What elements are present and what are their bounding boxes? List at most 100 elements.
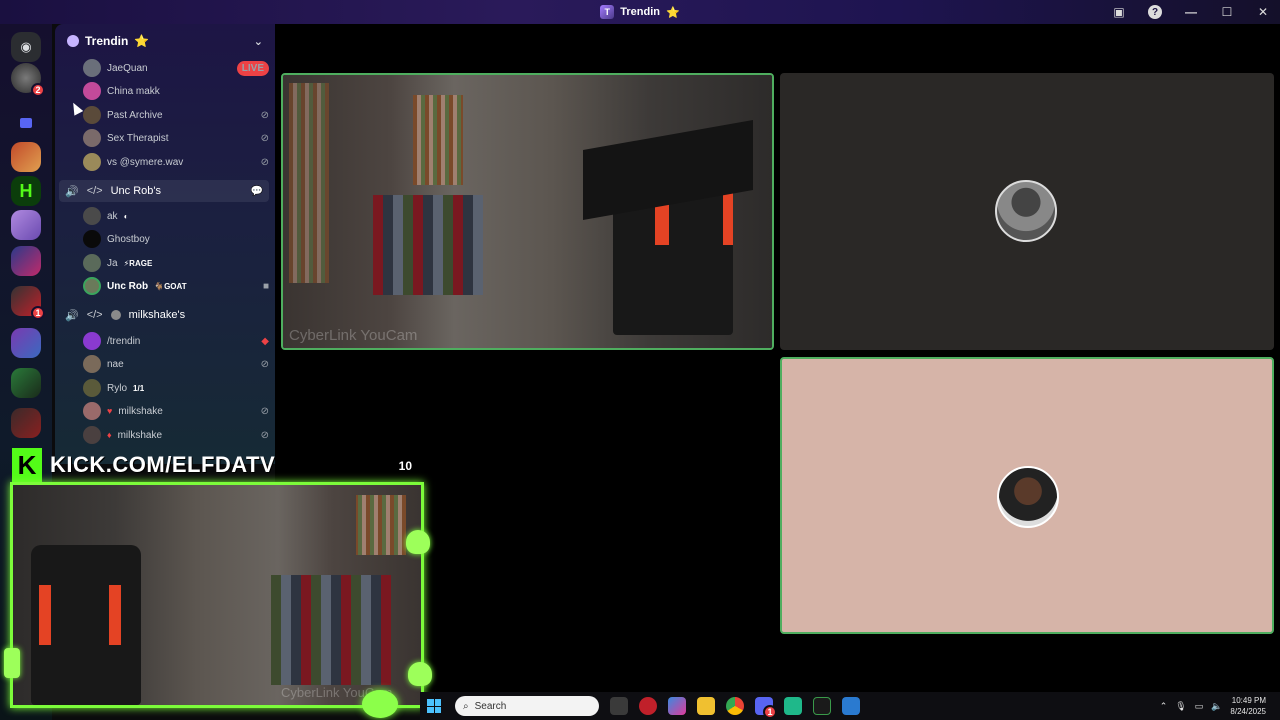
server-icon-trendin[interactable] [11, 210, 41, 240]
voice-channel-milkshakes[interactable]: 🔊 </> milkshake's [59, 304, 269, 326]
app-icon-2[interactable] [784, 697, 802, 715]
minimize-button[interactable]: — [1182, 3, 1200, 21]
mic-muted-icon: ⊘ [260, 156, 269, 168]
avatar [83, 207, 101, 225]
channel-name: Unc Rob's [110, 185, 162, 197]
avatar [83, 129, 101, 147]
clock-time: 10:49 PM [1231, 696, 1266, 705]
member-name: Past Archive [107, 109, 163, 121]
chevron-down-icon[interactable]: ⌄ [254, 35, 263, 48]
member-row[interactable]: Sex Therapist ⊘ [83, 127, 269, 149]
taskbar-search[interactable]: ⌕ Search [455, 696, 599, 716]
voice-channel-unc-robs[interactable]: 🔊 </> Unc Rob's 💬 [59, 180, 269, 202]
help-icon[interactable]: ? [1146, 3, 1164, 21]
member-tag: 1/1 [133, 383, 145, 393]
server-icon-3[interactable] [11, 246, 41, 276]
avatar [83, 402, 101, 420]
pumpkin-icon [362, 690, 398, 718]
overlay-feed [13, 485, 421, 705]
avatar [83, 59, 101, 77]
avatar [83, 277, 101, 295]
mic-muted-icon: ⊘ [260, 358, 269, 370]
member-name: /trendin [107, 335, 141, 347]
mic-icon[interactable]: 🎙 [1175, 701, 1186, 712]
server-icon-1[interactable] [11, 142, 41, 172]
member-row[interactable]: Ja ⚡RAGE [83, 252, 269, 274]
task-view-icon[interactable] [610, 697, 628, 715]
video-tile-camera[interactable]: CyberLink YouCam [281, 73, 774, 350]
member-name: Unc Rob [107, 280, 149, 292]
member-row[interactable]: ak ◐ [83, 205, 269, 227]
member-name: milkshake [117, 429, 163, 441]
server-emoji: ⭐ [134, 34, 150, 48]
avatar [83, 153, 101, 171]
server-icon-4[interactable]: 1 [11, 286, 45, 320]
member-tag: ⚡RAGE [123, 258, 153, 268]
server-icon-2[interactable]: H [11, 176, 41, 206]
avatar [83, 106, 101, 124]
star-emoji: ⭐ [666, 6, 680, 19]
overlay-webcam: CyberLink YouCam [10, 482, 424, 708]
chrome-icon[interactable] [726, 697, 744, 715]
chat-icon[interactable]: 💬 [251, 186, 263, 197]
server-header[interactable]: Trendin ⭐ ⌄ [55, 24, 275, 58]
app-icon-4[interactable] [842, 697, 860, 715]
member-row[interactable]: Past Archive ⊘ [83, 104, 269, 126]
maximize-button[interactable]: ☐ [1218, 3, 1236, 21]
discord-taskbar-icon[interactable]: 1 [755, 697, 777, 719]
copilot-icon[interactable] [668, 697, 686, 715]
network-icon[interactable]: ▭ [1195, 701, 1204, 712]
heart-icon: ♦ [107, 430, 112, 440]
member-name: China makk [107, 85, 160, 97]
chevron-up-icon[interactable]: ⌃ [1160, 701, 1168, 712]
title-bar: T Trendin ⭐ ▣ ? — ☐ ✕ [0, 0, 1280, 24]
inbox-icon[interactable]: ▣ [1110, 3, 1128, 21]
clock[interactable]: 10:49 PM 8/24/2025 [1230, 695, 1266, 717]
system-tray: ⌃ 🎙 ▭ 🔈 10:49 PM 8/24/2025 [1160, 695, 1280, 717]
file-explorer-icon[interactable] [697, 697, 715, 715]
server-icon-6[interactable] [11, 368, 41, 398]
cam-watermark: CyberLink YouCam [289, 327, 418, 344]
member-row[interactable]: Ghostboy [83, 228, 269, 250]
member-row[interactable]: nae ⊘ [83, 353, 269, 375]
member-row[interactable]: vs @symere.wav ⊘ [83, 151, 269, 173]
mic-muted-icon: ⊘ [260, 132, 269, 144]
video-tile-user-1[interactable] [780, 73, 1274, 350]
member-name: milkshake [118, 405, 163, 417]
server-name: Trendin [85, 34, 129, 48]
member-name: Sex Therapist [107, 132, 169, 144]
member-row[interactable]: Rylo 1/1 [83, 377, 269, 399]
member-row[interactable]: ♥ milkshake ⊘ [83, 400, 269, 422]
video-tile-user-2[interactable] [780, 357, 1274, 634]
member-row[interactable]: JaeQuan LIVE [83, 57, 269, 79]
avatar [83, 379, 101, 397]
member-row[interactable]: China makk [83, 80, 269, 102]
app-icon-1[interactable] [639, 697, 657, 715]
server-icon-7[interactable] [11, 408, 41, 438]
volume-icon[interactable]: 🔈 [1211, 701, 1222, 712]
dm-avatar[interactable]: 2 [11, 63, 45, 97]
server-icon-5[interactable] [11, 328, 41, 358]
code-icon: </> [86, 185, 103, 197]
member-tag: 🐐GOAT [154, 281, 187, 291]
member-row[interactable]: /trendin ◆ [83, 330, 269, 352]
member-row[interactable]: Unc Rob 🐐GOAT ■ [83, 275, 269, 297]
member-row[interactable]: ♦ milkshake ⊘ [83, 424, 269, 446]
folder-icon[interactable] [11, 108, 41, 138]
search-icon: ⌕ [463, 700, 469, 712]
avatar [83, 254, 101, 272]
close-button[interactable]: ✕ [1254, 3, 1272, 21]
windows-start-icon[interactable] [427, 699, 441, 713]
member-name: JaeQuan [107, 62, 148, 74]
overlay-count: 10 [398, 459, 412, 473]
mic-muted-icon: ⊘ [260, 405, 269, 417]
app-icon-3[interactable] [813, 697, 831, 715]
kick-banner: K KICK.COM/ELFDATV 10 [12, 447, 432, 483]
code-icon: </> [86, 309, 103, 321]
discord-home-icon[interactable]: ◉ [11, 32, 41, 62]
avatar [83, 355, 101, 373]
speaker-icon: 🔊 [65, 185, 79, 198]
search-placeholder: Search [474, 700, 507, 712]
member-name: Ghostboy [107, 233, 150, 245]
taskbar: ⌕ Search 1 ⌃ 🎙 ▭ 🔈 10:49 PM 8/24/2025 [420, 692, 1280, 720]
